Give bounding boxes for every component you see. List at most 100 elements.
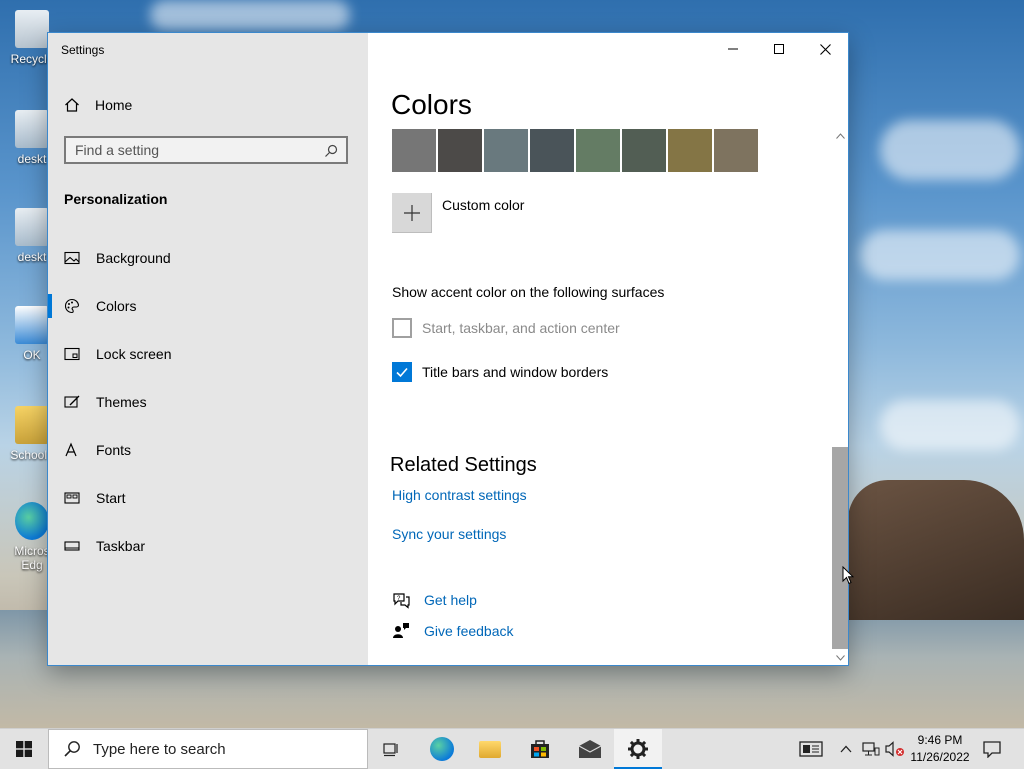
surfaces-label: Show accent color on the following surfa… bbox=[392, 284, 665, 300]
mail-button[interactable] bbox=[566, 729, 614, 769]
checkmark-icon bbox=[396, 367, 408, 378]
start-taskbar-checkbox-row[interactable]: Start, taskbar, and action center bbox=[392, 318, 620, 338]
color-swatch[interactable] bbox=[530, 129, 574, 172]
color-swatch[interactable] bbox=[622, 129, 666, 172]
themes-icon bbox=[64, 395, 80, 408]
cloud bbox=[880, 400, 1020, 450]
settings-file-icon bbox=[15, 110, 49, 148]
window-title: Settings bbox=[61, 43, 105, 57]
palette-icon bbox=[64, 298, 80, 314]
folder-icon bbox=[15, 406, 49, 444]
sync-settings-link[interactable]: Sync your settings bbox=[392, 526, 506, 542]
home-link[interactable]: Home bbox=[64, 97, 132, 113]
sidebar-item-fonts[interactable]: Fonts bbox=[48, 426, 368, 474]
scroll-down-button[interactable] bbox=[832, 651, 848, 665]
sidebar-item-label: Fonts bbox=[96, 442, 132, 458]
cloud bbox=[880, 120, 1020, 180]
sidebar-nav: Background Colors Lock screen Themes Fon… bbox=[48, 234, 368, 570]
windows-logo-icon bbox=[16, 741, 32, 757]
network-button[interactable] bbox=[860, 729, 882, 769]
sidebar-item-background[interactable]: Background bbox=[48, 234, 368, 282]
feedback-icon bbox=[393, 623, 409, 638]
taskbar-clock[interactable]: 9:46 PM 11/26/2022 bbox=[906, 732, 974, 766]
plus-icon bbox=[392, 193, 432, 233]
sidebar-item-colors[interactable]: Colors bbox=[48, 282, 368, 330]
color-swatch[interactable] bbox=[392, 129, 436, 172]
home-label: Home bbox=[95, 97, 133, 113]
start-button[interactable] bbox=[0, 729, 48, 769]
news-icon bbox=[799, 741, 823, 757]
related-settings-title: Related Settings bbox=[390, 454, 537, 476]
picture-icon bbox=[64, 251, 80, 265]
content-pane: Colors Custom color Show accent color on… bbox=[368, 33, 848, 665]
task-view-icon bbox=[383, 743, 398, 757]
taskbar-search-box[interactable]: Type here to search bbox=[48, 729, 368, 769]
get-help-label: Get help bbox=[424, 592, 477, 608]
sidebar-item-lock-screen[interactable]: Lock screen bbox=[48, 330, 368, 378]
sidebar-item-label: Lock screen bbox=[96, 346, 172, 362]
high-contrast-link[interactable]: High contrast settings bbox=[392, 487, 527, 503]
show-hidden-icons-button[interactable] bbox=[836, 729, 856, 769]
sidebar-item-start[interactable]: Start bbox=[48, 474, 368, 522]
color-swatch[interactable] bbox=[438, 129, 482, 172]
find-setting-search[interactable] bbox=[64, 136, 348, 164]
clock-date: 11/26/2022 bbox=[910, 750, 970, 764]
search-icon[interactable] bbox=[324, 144, 338, 158]
scroll-thumb[interactable] bbox=[832, 447, 848, 649]
scroll-up-button[interactable] bbox=[832, 129, 848, 143]
checkbox-label: Title bars and window borders bbox=[422, 364, 609, 380]
color-swatch[interactable] bbox=[714, 129, 758, 172]
sidebar-item-taskbar[interactable]: Taskbar bbox=[48, 522, 368, 570]
home-icon bbox=[65, 98, 79, 112]
gear-icon bbox=[628, 739, 648, 759]
file-explorer-button[interactable] bbox=[466, 729, 514, 769]
taskbar-search-placeholder: Type here to search bbox=[93, 740, 226, 758]
color-swatch[interactable] bbox=[668, 129, 712, 172]
sidebar-item-label: Background bbox=[96, 250, 171, 266]
edge-icon bbox=[430, 737, 454, 761]
sidebar-item-label: Taskbar bbox=[96, 538, 146, 554]
chevron-up-icon bbox=[835, 133, 845, 139]
image-file-icon bbox=[15, 306, 49, 344]
give-feedback-link[interactable]: Give feedback bbox=[392, 622, 514, 640]
edge-icon bbox=[15, 502, 49, 540]
mail-icon bbox=[578, 740, 602, 758]
store-button[interactable] bbox=[516, 729, 564, 769]
settings-taskbar-button[interactable] bbox=[614, 729, 662, 769]
give-feedback-label: Give feedback bbox=[424, 623, 514, 639]
mouse-cursor-icon bbox=[842, 566, 854, 585]
find-setting-input[interactable] bbox=[66, 138, 315, 162]
sidebar-item-themes[interactable]: Themes bbox=[48, 378, 368, 426]
color-swatch[interactable] bbox=[576, 129, 620, 172]
color-swatch[interactable] bbox=[484, 129, 528, 172]
section-title: Personalization bbox=[64, 191, 168, 207]
rock-background bbox=[848, 480, 1024, 620]
help-chat-icon: ? bbox=[393, 593, 410, 609]
custom-color-label: Custom color bbox=[442, 197, 525, 213]
network-icon bbox=[862, 742, 880, 756]
chevron-up-icon bbox=[840, 745, 852, 753]
custom-color-button[interactable]: Custom color bbox=[392, 193, 524, 233]
search-icon bbox=[64, 741, 80, 757]
checkbox-label: Start, taskbar, and action center bbox=[422, 320, 620, 336]
lock-screen-icon bbox=[64, 347, 80, 361]
get-help-link[interactable]: ? Get help bbox=[392, 591, 477, 609]
title-bars-checkbox[interactable] bbox=[392, 362, 412, 382]
action-center-button[interactable] bbox=[976, 729, 1008, 769]
edge-taskbar-button[interactable] bbox=[418, 729, 466, 769]
start-icon bbox=[64, 492, 80, 504]
folder-icon bbox=[479, 740, 501, 758]
notification-icon bbox=[983, 740, 1001, 758]
sidebar-item-label: Colors bbox=[96, 298, 137, 314]
start-taskbar-checkbox[interactable] bbox=[392, 318, 412, 338]
accent-color-swatches bbox=[392, 129, 760, 172]
volume-button[interactable] bbox=[884, 729, 906, 769]
title-bars-checkbox-row[interactable]: Title bars and window borders bbox=[392, 362, 608, 382]
taskbar-icon bbox=[64, 541, 80, 551]
cloud bbox=[860, 230, 1020, 280]
volume-muted-icon bbox=[885, 741, 904, 757]
sidebar-item-label: Start bbox=[96, 490, 126, 506]
news-widget-button[interactable] bbox=[796, 729, 826, 769]
settings-file-icon bbox=[15, 208, 49, 246]
task-view-button[interactable] bbox=[368, 729, 416, 769]
